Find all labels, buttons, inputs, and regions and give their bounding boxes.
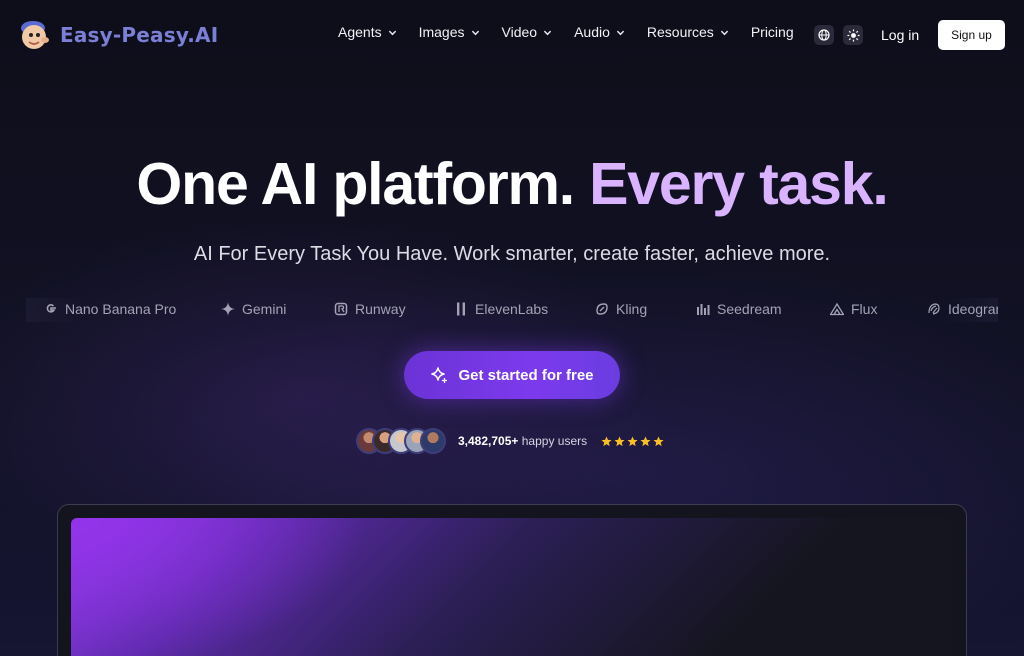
avatar-stack (356, 428, 446, 454)
brand-label: Kling (616, 301, 648, 317)
chevron-down-icon (720, 30, 728, 35)
brand-label: Runway (355, 301, 406, 317)
main-nav: Agents Images Video Audio Resources Pric… (338, 24, 816, 40)
chevron-down-icon (471, 30, 479, 35)
gemini-icon (221, 302, 235, 316)
get-started-button[interactable]: Get started for free (404, 351, 620, 399)
star-icon (601, 435, 612, 446)
nav-video[interactable]: Video (502, 24, 553, 40)
users-count: 3,482,705+ (458, 434, 519, 448)
language-button[interactable] (814, 25, 834, 45)
nav-images-label: Images (418, 24, 465, 40)
nav-resources[interactable]: Resources (647, 24, 729, 40)
flux-icon (830, 302, 844, 316)
brand-runway: Runway (334, 301, 406, 317)
brand-label: Gemini (242, 301, 287, 317)
brand-ideogram: Ideogram (927, 301, 998, 317)
landing-page: Easy-Peasy.AI Agents Images Video Audio … (0, 0, 1024, 656)
star-icon (614, 435, 625, 446)
hero-headline: One AI platform. Every task. (0, 150, 1024, 218)
brand-gemini: Gemini (221, 301, 286, 317)
hero-subheadline: AI For Every Task You Have. Work smarter… (193, 243, 831, 265)
nav-pricing[interactable]: Pricing (751, 24, 794, 40)
signup-button[interactable]: Sign up (938, 20, 1005, 50)
nav-pricing-label: Pricing (750, 24, 794, 40)
users-count-text: 3,482,705+ happy users (458, 434, 587, 448)
star-icon (627, 435, 638, 446)
chevron-down-icon (616, 30, 625, 35)
brand-nano-banana-pro: Nano Banana Pro (44, 301, 176, 317)
nav-audio[interactable]: Audio (574, 24, 625, 40)
app-preview-screen (71, 518, 953, 656)
avatar (420, 428, 446, 454)
logo[interactable]: Easy-Peasy.AI (18, 18, 218, 52)
brand-label: ElevenLabs (475, 301, 549, 317)
top-navbar: Easy-Peasy.AI Agents Images Video Audio … (0, 0, 1024, 70)
sparkles-icon (431, 367, 448, 383)
headline-accent: Every task. (589, 151, 889, 217)
globe-icon (818, 29, 830, 41)
cta-label: Get started for free (458, 366, 594, 384)
brand-kling: Kling (595, 301, 647, 317)
mascot-icon (18, 18, 54, 52)
nav-agents[interactable]: Agents (338, 24, 397, 40)
kling-icon (596, 303, 608, 315)
sun-icon (846, 28, 860, 42)
nav-agents-label: Agents (338, 24, 382, 40)
seedream-icon (697, 304, 710, 315)
login-link[interactable]: Log in (881, 27, 919, 43)
brand-flux: Flux (830, 301, 877, 317)
google-icon (46, 304, 56, 313)
star-icon (653, 435, 664, 446)
brand-seedream: Seedream (696, 301, 782, 317)
headline-main: One AI platform. (136, 151, 575, 217)
ideogram-icon (928, 303, 940, 315)
brand-label: Flux (851, 301, 878, 317)
rating-stars (601, 435, 664, 447)
brand-label: Nano Banana Pro (65, 301, 177, 317)
logo-text: Easy-Peasy.AI (60, 23, 219, 47)
star-icon (640, 435, 651, 446)
runway-icon (334, 302, 348, 316)
nav-video-label: Video (501, 24, 538, 40)
brand-elevenlabs: ElevenLabs (454, 301, 548, 317)
elevenlabs-icon (457, 302, 465, 316)
social-proof: 3,482,705+ happy users (356, 428, 664, 454)
nav-images[interactable]: Images (419, 24, 480, 40)
brand-label: Ideogram (948, 301, 998, 317)
nav-resources-label: Resources (646, 24, 714, 40)
nav-audio-label: Audio (574, 24, 610, 40)
theme-toggle-button[interactable] (843, 25, 863, 45)
chevron-down-icon (543, 30, 552, 35)
chevron-down-icon (388, 30, 396, 35)
users-suffix: happy users (521, 434, 588, 448)
brand-label: Seedream (717, 301, 782, 317)
brand-marquee: Nano Banana Pro Gemini Runway ElevenLabs… (26, 298, 998, 322)
